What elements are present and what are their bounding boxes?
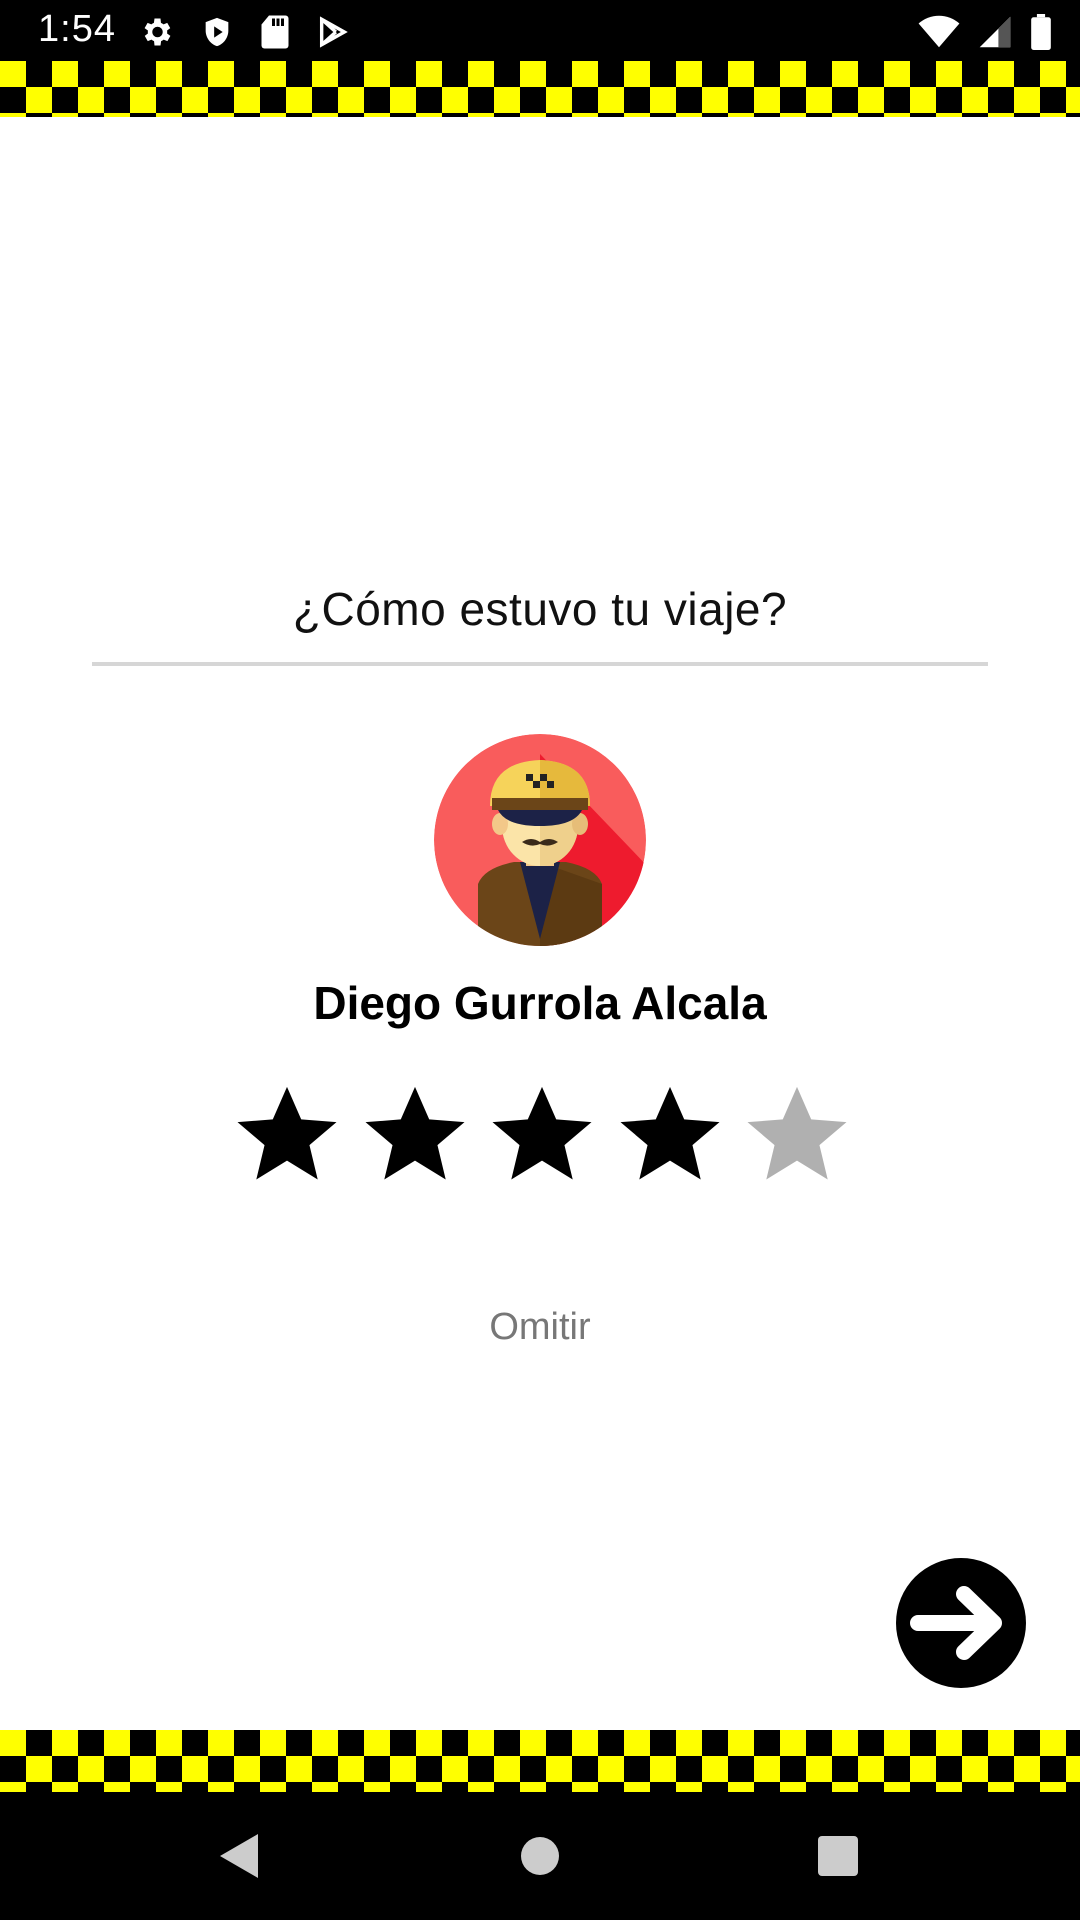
checkered-band-top [0,61,1080,117]
play-store-icon [319,16,348,48]
status-icons-left [138,12,350,52]
gear-icon [144,18,171,46]
next-button[interactable] [896,1558,1026,1688]
arrow-right-icon [910,1586,1002,1660]
back-icon[interactable] [212,1828,268,1884]
status-icons-right [918,12,1052,52]
star-4[interactable] [615,1080,725,1190]
wifi-icon [918,15,960,48]
star-5[interactable] [742,1080,852,1190]
star-2[interactable] [360,1080,470,1190]
signal-icon [979,16,1011,48]
battery-icon [1031,14,1051,50]
home-icon[interactable] [512,1828,568,1884]
star-1[interactable] [232,1080,342,1190]
status-time: 1:54 [38,8,116,50]
star-3[interactable] [487,1080,597,1190]
divider [92,662,988,666]
driver-avatar [434,734,646,946]
navigation-bar [0,1792,1080,1920]
recents-icon[interactable] [810,1828,866,1884]
driver-name: Diego Gurrola Alcala [313,977,767,1029]
sd-card-icon [261,15,289,49]
status-bar: 1:54 [0,0,1080,61]
star-rating [232,1080,852,1190]
shield-play-icon [205,17,229,47]
checkered-band-bottom [0,1730,1080,1792]
skip-button[interactable]: Omitir [0,1306,1080,1349]
rating-question: ¿Cómo estuvo tu viaje? [292,583,788,635]
